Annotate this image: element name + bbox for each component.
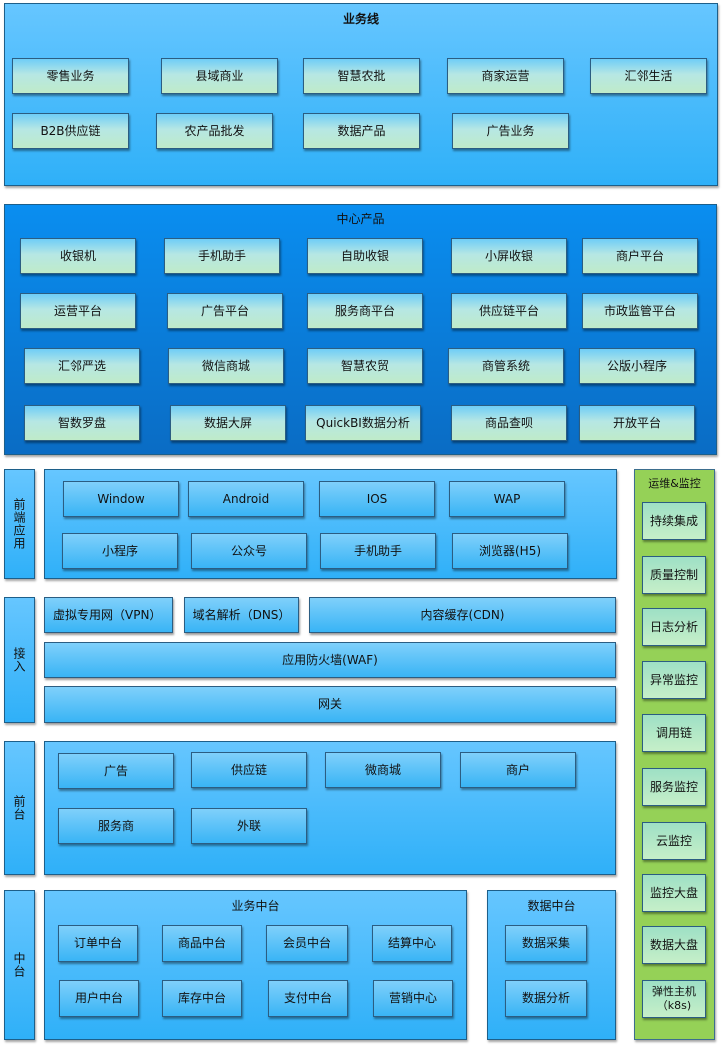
data-middle-title: 数据中台 <box>527 899 576 913</box>
product-item[interactable]: 商管系统 <box>448 348 564 384</box>
product-item[interactable]: 运营平台 <box>20 293 136 329</box>
front-office-item[interactable]: 供应链 <box>191 752 307 788</box>
product-item[interactable]: 服务商平台 <box>307 293 423 329</box>
business-middle-item[interactable]: 订单中台 <box>58 925 138 962</box>
ops-item[interactable]: 监控大盘 <box>642 874 706 912</box>
business-item[interactable]: 数据产品 <box>303 113 420 149</box>
product-item[interactable]: 微信商城 <box>168 348 284 384</box>
ops-item[interactable]: 云监控 <box>642 822 706 860</box>
frontend-item[interactable]: 手机助手 <box>320 533 436 569</box>
business-middle-panel: 业务中台 <box>44 890 467 1040</box>
product-item[interactable]: 手机助手 <box>164 238 280 274</box>
product-item[interactable]: 商户平台 <box>582 238 698 274</box>
product-item[interactable]: 数据大屏 <box>170 405 286 441</box>
front-office-item[interactable]: 广告 <box>58 753 174 789</box>
front-office-item[interactable]: 服务商 <box>58 808 174 844</box>
business-item[interactable]: B2B供应链 <box>12 113 129 149</box>
ops-item[interactable]: 质量控制 <box>642 556 706 594</box>
business-middle-item[interactable]: 会员中台 <box>266 925 348 962</box>
product-item[interactable]: 公版小程序 <box>579 348 695 384</box>
business-item[interactable]: 县域商业 <box>161 58 278 94</box>
business-middle-item[interactable]: 用户中台 <box>59 980 139 1017</box>
ops-item[interactable]: 异常监控 <box>642 661 706 699</box>
ops-item[interactable]: 数据大盘 <box>642 926 706 964</box>
product-item[interactable]: 市政监管平台 <box>582 293 698 329</box>
data-middle-panel: 数据中台 <box>487 890 616 1040</box>
business-middle-item[interactable]: 库存中台 <box>162 980 242 1017</box>
business-item[interactable]: 智慧农批 <box>303 58 420 94</box>
data-middle-item[interactable]: 数据分析 <box>505 980 587 1017</box>
vpn-box[interactable]: 虚拟专用网（VPN） <box>44 597 173 633</box>
gateway-box[interactable]: 网关 <box>44 686 616 723</box>
business-item[interactable]: 汇邻生活 <box>590 58 707 94</box>
frontend-item[interactable]: WAP <box>449 481 565 517</box>
middle-office-label: 中台 <box>4 890 35 1040</box>
ops-item[interactable]: 调用链 <box>642 714 706 752</box>
product-item[interactable]: 广告平台 <box>167 293 283 329</box>
product-item[interactable]: 汇邻严选 <box>24 348 140 384</box>
frontend-item[interactable]: Window <box>63 481 179 517</box>
business-item[interactable]: 商家运营 <box>447 58 564 94</box>
frontend-item[interactable]: 公众号 <box>191 533 307 569</box>
product-item[interactable]: 收银机 <box>20 238 136 274</box>
dns-box[interactable]: 域名解析（DNS） <box>184 597 299 633</box>
business-middle-title: 业务中台 <box>231 899 280 913</box>
ops-item[interactable]: 弹性主机（k8s) <box>642 980 706 1018</box>
frontend-item[interactable]: 小程序 <box>62 533 178 569</box>
front-office-item[interactable]: 微商城 <box>325 752 441 788</box>
product-item[interactable]: 自助收银 <box>307 238 423 274</box>
ops-item[interactable]: 持续集成 <box>642 502 706 540</box>
business-line-title: 业务线 <box>342 12 379 26</box>
cdn-box[interactable]: 内容缓存(CDN) <box>309 597 616 633</box>
product-item[interactable]: QuickBI数据分析 <box>305 405 421 441</box>
ops-title: 运维&监控 <box>648 477 701 490</box>
frontend-item[interactable]: 浏览器(H5) <box>452 533 568 569</box>
front-office-item[interactable]: 外联 <box>191 808 307 844</box>
business-item[interactable]: 农产品批发 <box>156 113 273 149</box>
front-office-label: 前台 <box>4 741 35 875</box>
business-middle-item[interactable]: 支付中台 <box>268 980 348 1017</box>
business-middle-item[interactable]: 营销中心 <box>373 980 453 1017</box>
business-middle-item[interactable]: 商品中台 <box>162 925 242 962</box>
product-item[interactable]: 供应链平台 <box>451 293 567 329</box>
front-office-item[interactable]: 商户 <box>460 752 576 788</box>
business-item[interactable]: 广告业务 <box>452 113 569 149</box>
waf-box[interactable]: 应用防火墙(WAF) <box>44 642 616 678</box>
frontend-label: 前端应用 <box>4 469 35 579</box>
frontend-item[interactable]: IOS <box>319 481 435 517</box>
product-item[interactable]: 开放平台 <box>579 405 695 441</box>
access-label: 接入 <box>4 597 35 723</box>
product-item[interactable]: 小屏收银 <box>451 238 567 274</box>
business-line-panel: 业务线 <box>4 3 718 186</box>
business-item[interactable]: 零售业务 <box>12 58 129 94</box>
product-item[interactable]: 智数罗盘 <box>24 405 140 441</box>
ops-item[interactable]: 日志分析 <box>642 608 706 646</box>
center-products-title: 中心产品 <box>336 212 385 226</box>
frontend-item[interactable]: Android <box>188 481 304 517</box>
product-item[interactable]: 智慧农贸 <box>307 348 423 384</box>
business-middle-item[interactable]: 结算中心 <box>372 925 452 962</box>
data-middle-item[interactable]: 数据采集 <box>505 925 587 962</box>
ops-item[interactable]: 服务监控 <box>642 768 706 806</box>
product-item[interactable]: 商品查呗 <box>451 405 567 441</box>
